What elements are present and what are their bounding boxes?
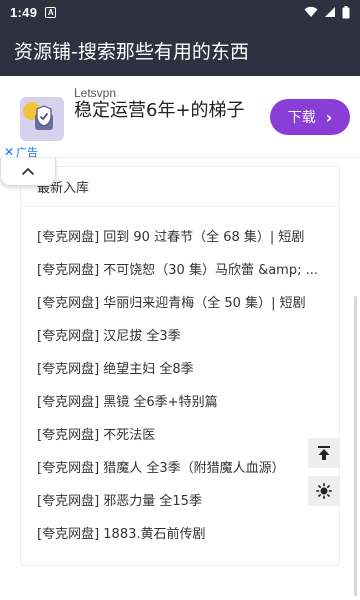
scrollbar[interactable] [354, 296, 357, 596]
notification-icon: A [45, 6, 57, 18]
list-item[interactable]: [夸克网盘] 回到 90 过春节（全 68 集）| 短剧 [37, 219, 323, 252]
back-to-top-button[interactable] [308, 438, 340, 468]
list-item[interactable]: [夸克网盘] 不死法医 [37, 417, 323, 450]
list-item[interactable]: [夸克网盘] 黑镜 全6季+特别篇 [37, 384, 323, 417]
battery-icon [342, 5, 350, 18]
status-icons [304, 5, 350, 19]
app-bar: 资源铺-搜索那些有用的东西 [0, 24, 360, 76]
collapse-ad-button[interactable] [0, 158, 56, 186]
list-item[interactable]: [夸克网盘] 邪恶力量 全15季 [37, 483, 323, 516]
list-item[interactable]: [夸克网盘] 华丽归来迎青梅（全 50 集）| 短剧 [37, 285, 323, 318]
page-title: 资源铺-搜索那些有用的东西 [14, 40, 249, 63]
ad-download-button[interactable]: 下载 › [270, 99, 350, 135]
ad-title: 稳定运营6年+的梯子 [74, 100, 245, 121]
wifi-icon [304, 6, 318, 17]
ad-brand: Letsvpn [74, 86, 117, 100]
list-item[interactable]: [夸克网盘] 猎魔人 全3季（附猎魔人血源） [37, 450, 323, 483]
theme-toggle-button[interactable] [308, 476, 340, 506]
list-item[interactable]: [夸克网盘] 不可饶恕（30 集）马欣蕾 &amp; ... [37, 252, 323, 285]
ad-download-label: 下载 [287, 110, 316, 126]
chevron-right-icon: › [325, 107, 333, 127]
card-header: 最新入库 [21, 167, 339, 207]
ad-banner[interactable]: Letsvpn 稳定运营6年+的梯子 下载 › ✕ 广告 [0, 76, 360, 159]
list-item[interactable]: [夸克网盘] 汉尼拔 全3季 [37, 318, 323, 351]
brightness-icon [316, 483, 332, 499]
list-item[interactable]: [夸克网盘] 1883.黄石前传剧 [37, 516, 323, 549]
vpn-app-icon [20, 97, 64, 141]
status-time: 1:49 [10, 4, 38, 20]
signal-icon [325, 7, 335, 17]
ad-close-icon[interactable]: ✕ [4, 145, 14, 159]
status-bar: 1:49 A [0, 0, 360, 24]
latest-card: 最新入库 [夸克网盘] 回到 90 过春节（全 68 集）| 短剧 [夸克网盘]… [20, 166, 340, 566]
chevron-up-icon [21, 167, 35, 176]
resource-list: [夸克网盘] 回到 90 过春节（全 68 集）| 短剧 [夸克网盘] 不可饶恕… [21, 219, 339, 549]
back-to-top-icon [318, 446, 330, 460]
list-item[interactable]: [夸克网盘] 绝望主妇 全8季 [37, 351, 323, 384]
